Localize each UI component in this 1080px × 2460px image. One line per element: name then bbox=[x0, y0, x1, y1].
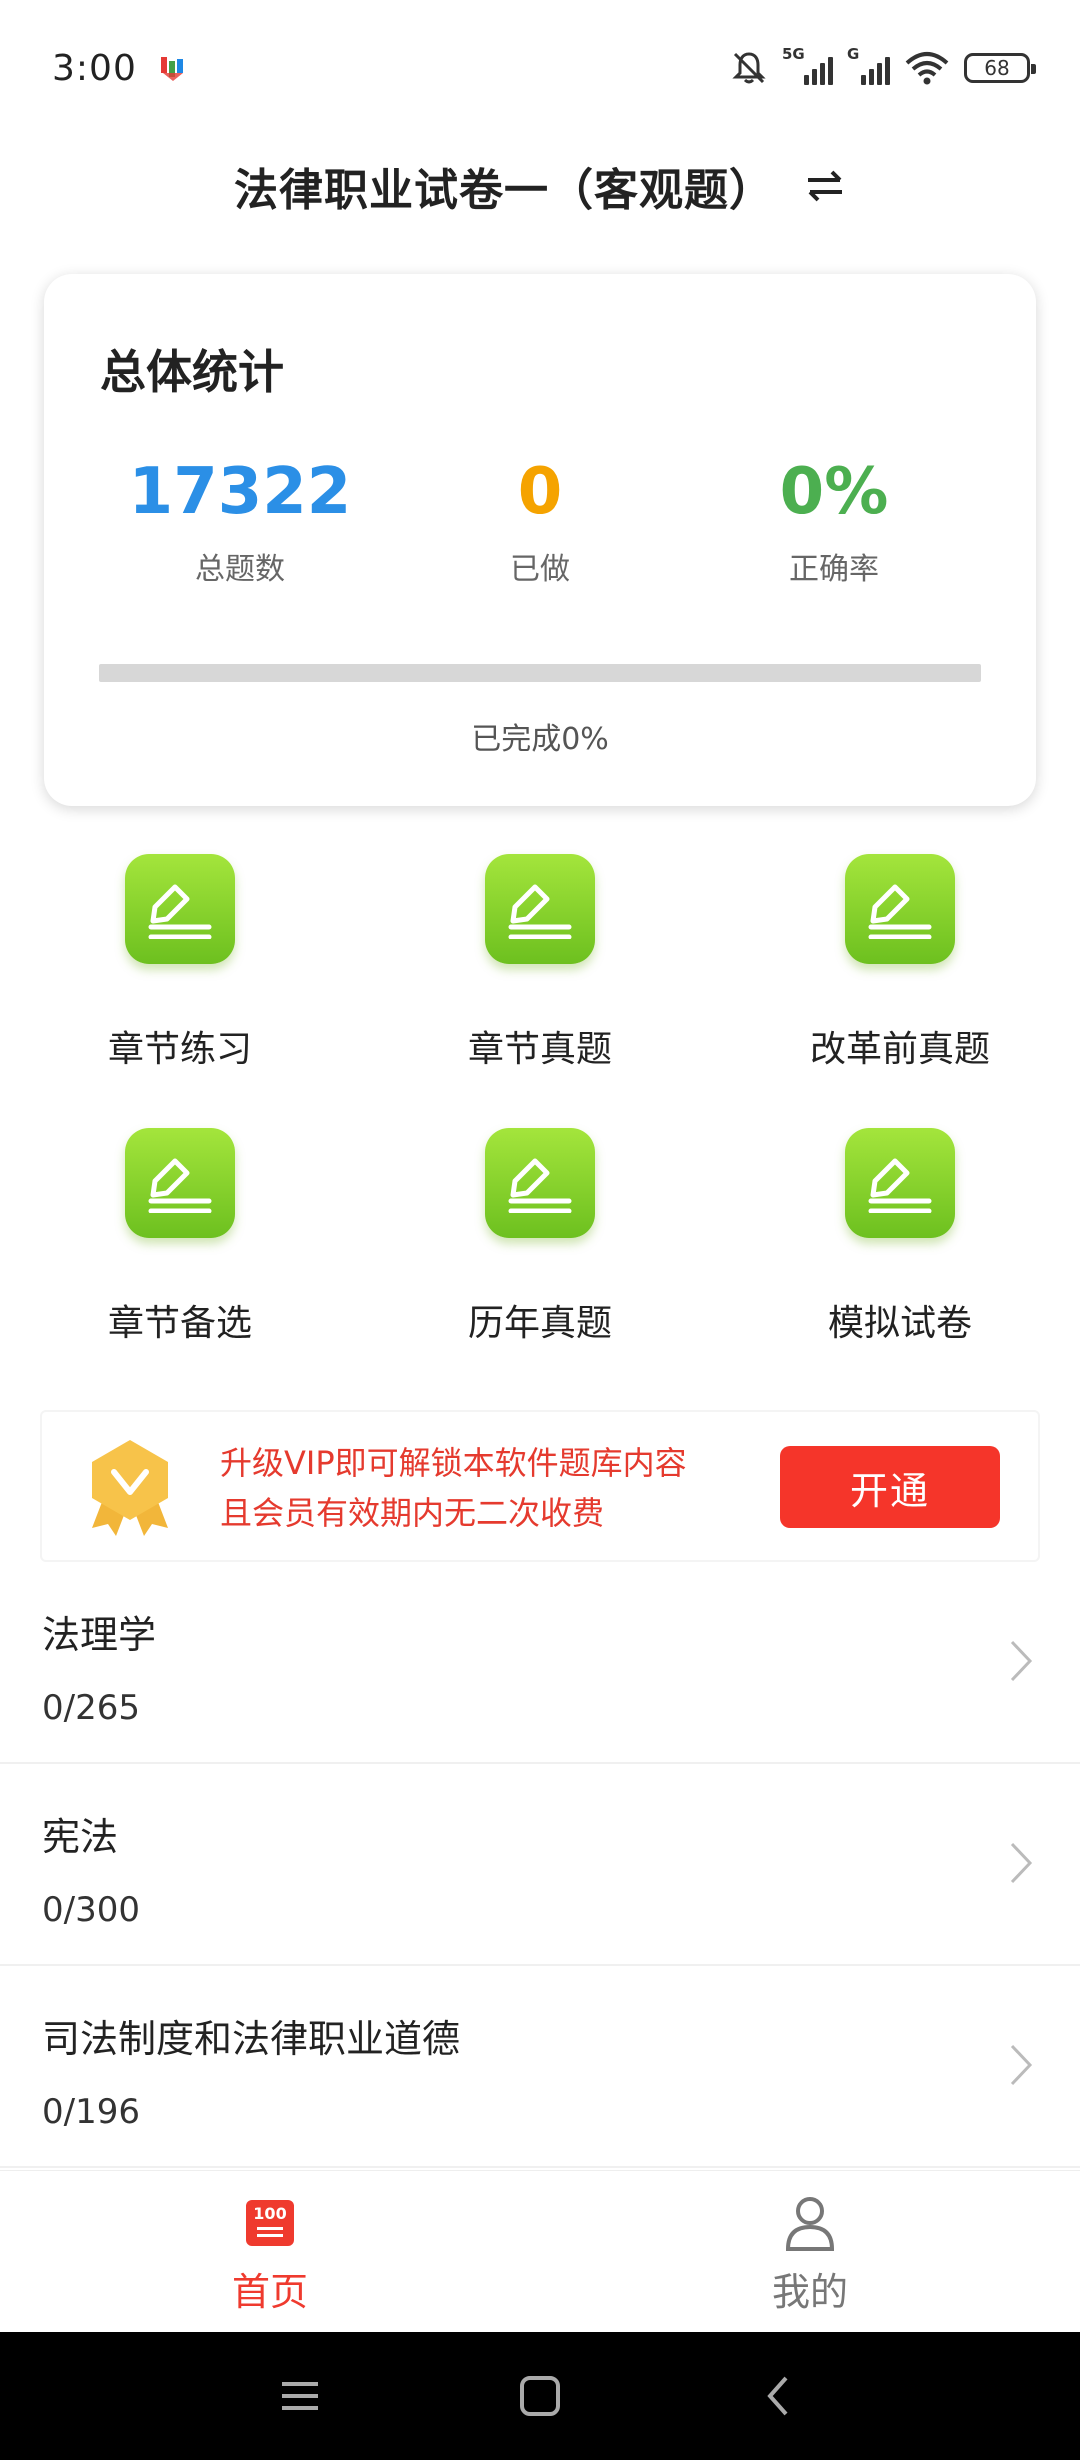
edit-icon bbox=[125, 854, 235, 964]
chapter-list: 法理学 0/265 宪法 0/300 司法制度和法律职业道德 0/196 bbox=[0, 1562, 1080, 2168]
stat-accuracy-value: 0% bbox=[779, 455, 889, 529]
chapter-title: 司法制度和法律职业道德 bbox=[42, 2017, 461, 2061]
stat-total: 17322 总题数 bbox=[90, 460, 390, 588]
grid-item-chapter-practice[interactable]: 章节练习 bbox=[30, 854, 330, 1072]
battery-level: 68 bbox=[984, 56, 1010, 80]
vip-text: 升级VIP即可解锁本软件题库内容 且会员有效期内无二次收费 bbox=[220, 1438, 687, 1538]
bottom-nav: 100 首页 我的 bbox=[0, 2170, 1080, 2332]
status-bar: 3:00 5G G 68 bbox=[0, 0, 1080, 136]
swap-arrows-icon[interactable] bbox=[804, 168, 846, 204]
grid-label: 章节真题 bbox=[467, 1029, 612, 1070]
status-time: 3:00 bbox=[52, 47, 137, 89]
grid-label: 历年真题 bbox=[467, 1303, 612, 1344]
vip-open-button[interactable]: 开通 bbox=[780, 1446, 1000, 1528]
grid-item-mock-exam[interactable]: 模拟试卷 bbox=[750, 1128, 1050, 1346]
edit-icon bbox=[845, 854, 955, 964]
edit-icon bbox=[485, 1128, 595, 1238]
list-item[interactable]: 宪法 0/300 bbox=[0, 1764, 1080, 1966]
vip-badge-icon bbox=[92, 1440, 168, 1536]
mute-bell-icon bbox=[732, 52, 766, 84]
list-item[interactable]: 法理学 0/265 bbox=[0, 1562, 1080, 1764]
menu-icon[interactable] bbox=[276, 2372, 324, 2420]
stat-done-value: 0 bbox=[517, 455, 563, 529]
page-title: 法律职业试卷一（客观题） bbox=[234, 165, 774, 216]
vip-text-line1: 升级VIP即可解锁本软件题库内容 bbox=[220, 1444, 687, 1482]
home-icon-text: 100 bbox=[253, 2204, 287, 2223]
stat-total-label: 总题数 bbox=[195, 552, 285, 587]
edit-icon bbox=[845, 1128, 955, 1238]
stat-accuracy-label: 正确率 bbox=[789, 552, 879, 587]
signal-5g-tag: 5G bbox=[782, 45, 805, 63]
chapter-progress: 0/196 bbox=[42, 2092, 140, 2132]
app-header: 法律职业试卷一（客观题） bbox=[0, 136, 1080, 236]
nav-mine-label: 我的 bbox=[771, 2270, 848, 2314]
edit-icon bbox=[125, 1128, 235, 1238]
stats-card: 总体统计 17322 总题数 0 已做 0% 正确率 已完成0% bbox=[44, 274, 1036, 806]
back-icon[interactable] bbox=[756, 2372, 804, 2420]
app-notification-icon bbox=[160, 57, 183, 81]
grid-label: 章节备选 bbox=[107, 1303, 252, 1344]
chapter-title: 宪法 bbox=[42, 1815, 119, 1859]
home-icon-box: 100 bbox=[246, 2200, 294, 2246]
grid-label: 模拟试卷 bbox=[827, 1303, 972, 1344]
stat-accuracy: 0% 正确率 bbox=[684, 460, 984, 588]
stat-total-value: 17322 bbox=[128, 455, 352, 529]
edit-icon bbox=[485, 854, 595, 964]
signal-g-tag: G bbox=[847, 45, 860, 63]
signal-5g-icon: 5G bbox=[782, 45, 833, 85]
grid-item-chapter-alternate[interactable]: 章节备选 bbox=[30, 1128, 330, 1346]
battery-icon: 68 bbox=[964, 53, 1036, 83]
nav-home-label: 首页 bbox=[231, 2270, 308, 2314]
grid-label: 改革前真题 bbox=[809, 1029, 990, 1070]
grid-item-pre-reform[interactable]: 改革前真题 bbox=[750, 854, 1050, 1072]
status-right: 5G G 68 bbox=[730, 45, 1036, 87]
chapter-progress: 0/265 bbox=[42, 1688, 140, 1728]
grid-label: 章节练习 bbox=[107, 1029, 252, 1070]
stats-title: 总体统计 bbox=[100, 345, 284, 399]
chevron-right-icon bbox=[1010, 1842, 1033, 1884]
vip-banner: 升级VIP即可解锁本软件题库内容 且会员有效期内无二次收费 开通 bbox=[40, 1410, 1040, 1562]
chapter-title: 法理学 bbox=[42, 1613, 157, 1657]
user-icon bbox=[710, 2191, 910, 2255]
grid-item-past-years[interactable]: 历年真题 bbox=[390, 1128, 690, 1346]
chapter-progress: 0/300 bbox=[42, 1890, 140, 1930]
home-square-icon[interactable] bbox=[516, 2372, 564, 2420]
chevron-right-icon bbox=[1010, 1640, 1033, 1682]
list-item[interactable]: 司法制度和法律职业道德 0/196 bbox=[0, 1966, 1080, 2168]
signal-g-icon: G bbox=[847, 45, 890, 85]
nav-mine[interactable]: 我的 bbox=[710, 2191, 910, 2316]
wifi-icon bbox=[905, 52, 949, 85]
chevron-right-icon bbox=[1010, 2044, 1033, 2086]
grid-item-chapter-real[interactable]: 章节真题 bbox=[390, 854, 690, 1072]
progress-text: 已完成0% bbox=[471, 722, 609, 757]
status-left: 3:00 bbox=[52, 48, 191, 89]
stat-done: 0 已做 bbox=[390, 460, 690, 588]
home-icon: 100 bbox=[170, 2191, 370, 2255]
vip-text-line2: 且会员有效期内无二次收费 bbox=[220, 1494, 605, 1532]
progress-bar bbox=[99, 664, 981, 682]
stat-done-label: 已做 bbox=[510, 552, 570, 587]
system-nav-bar bbox=[0, 2332, 1080, 2460]
nav-home[interactable]: 100 首页 bbox=[170, 2191, 370, 2316]
